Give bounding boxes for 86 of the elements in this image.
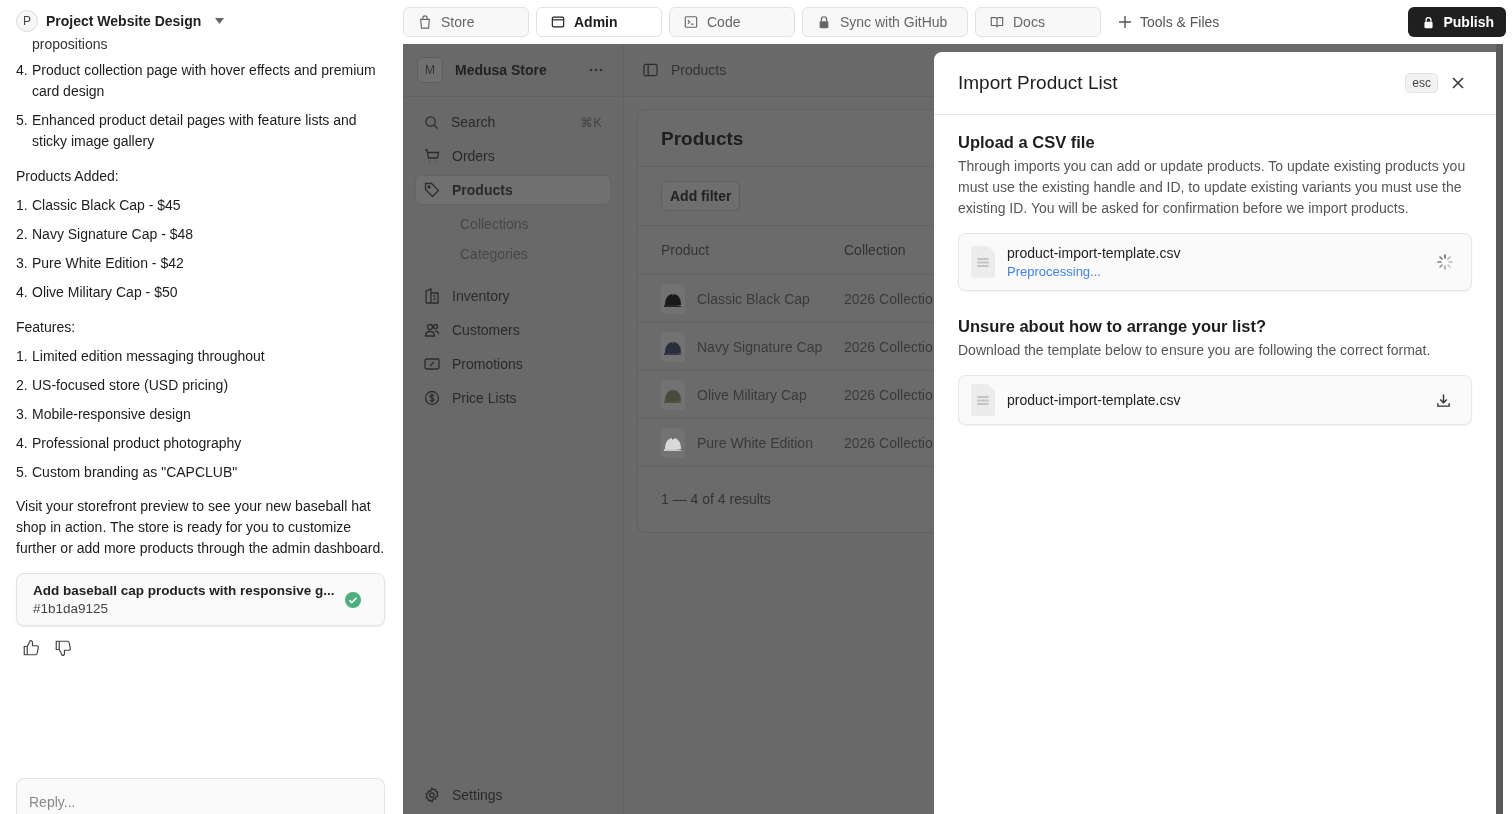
file-name: product-import-template.csv: [1007, 245, 1182, 261]
add-filter-button[interactable]: Add filter: [661, 181, 741, 211]
tab[interactable]: Docs: [975, 7, 1101, 37]
list-item-text: Product collection page with hover effects and premium card design: [32, 61, 377, 101]
list-number: 4.: [16, 61, 29, 80]
section-heading: Upload a CSV file: [958, 133, 1096, 152]
list-number: 3.: [16, 405, 29, 424]
list-number: 2.: [16, 225, 29, 244]
list-number: 3.: [16, 254, 29, 273]
section-heading: Features:: [16, 318, 77, 337]
list-item-text: Pure White Edition - $42: [32, 254, 185, 273]
list-item-text: Olive Military Cap - $50: [32, 283, 179, 302]
download-icon[interactable]: [1436, 392, 1451, 408]
section-heading: Products Added:: [16, 167, 120, 186]
breadcrumb[interactable]: Products: [671, 62, 727, 78]
thumbs-down-icon[interactable]: [54, 639, 72, 657]
file-name: product-import-template.csv: [1007, 392, 1182, 408]
commit-title: Add baseball cap products with responsive g...: [33, 583, 335, 598]
close-icon[interactable]: [1452, 77, 1464, 89]
list-number: 1.: [16, 196, 29, 215]
list-item-text: Professional product photography: [32, 434, 243, 453]
list-number: 5.: [16, 463, 29, 482]
nav-item[interactable]: Price Lists: [415, 383, 611, 413]
search-icon: [424, 114, 439, 130]
list-number: 4.: [16, 434, 29, 453]
list-number: 2.: [16, 376, 29, 395]
tag-icon: [424, 182, 440, 198]
list-number: 4.: [16, 283, 29, 302]
settings-icon: [424, 787, 440, 803]
list-number: 5.: [16, 111, 29, 130]
publish-button[interactable]: Publish: [1408, 7, 1506, 37]
commit-hash: #1b1da9125: [33, 601, 110, 616]
list-item-text: Mobile-responsive design: [32, 405, 192, 424]
commit-card[interactable]: Add baseball cap products with responsive g... #1b1da9125: [16, 573, 385, 626]
list-item-text: Classic Black Cap - $45: [32, 196, 182, 215]
tab[interactable]: Sync with GitHub: [802, 7, 968, 37]
plus-icon: [1118, 15, 1132, 29]
pagination-text: 1 — 4 of 4 results: [660, 490, 772, 509]
caret-icon[interactable]: [215, 18, 225, 24]
list-item-text: US-focused store (USD pricing): [32, 376, 230, 395]
nav-item[interactable]: Products: [415, 175, 611, 205]
users-icon: [424, 322, 440, 338]
settings-item[interactable]: Settings: [415, 780, 611, 810]
lock-icon: [1422, 15, 1436, 29]
lock-icon: [817, 15, 831, 29]
drawer-title: Import Product List: [958, 72, 1119, 94]
building-icon: [424, 288, 440, 304]
nav-item[interactable]: Inventory: [415, 281, 611, 311]
sidebar-toggle-icon[interactable]: [643, 63, 658, 77]
project-title[interactable]: Project Website Design: [46, 13, 202, 29]
column-header: Product: [661, 242, 711, 258]
terminal-icon: [684, 15, 698, 29]
project-avatar: P: [16, 10, 38, 32]
bag-icon: [418, 15, 432, 29]
file-status: Preprocessing...: [1007, 264, 1102, 279]
section-heading: Unsure about how to arrange your list?: [958, 317, 1268, 336]
nav-item[interactable]: Customers: [415, 315, 611, 345]
section-description: Download the template below to ensure you are following the correct format.: [958, 341, 1432, 360]
tools-files-button[interactable]: Tools & Files: [1108, 14, 1230, 30]
esc-hint: esc: [1405, 73, 1438, 93]
tab[interactable]: Store: [403, 7, 529, 37]
cart-icon: [424, 148, 440, 164]
thumbs-up-icon[interactable]: [22, 639, 40, 657]
section-description: Through imports you can add or update products. To update existing products you must use the existing handle and ID, to update existing variants you must use the existing ID. You will be asked for confirmation before we import products.: [958, 157, 1467, 218]
nav-item[interactable]: Orders: [415, 141, 611, 171]
list-item-text: Limited edition messaging throughout: [32, 347, 266, 366]
reply-field[interactable]: Reply...: [16, 778, 385, 814]
file-icon: [971, 246, 995, 278]
list-item-text: Enhanced product detail pages with feature lists and sticky image gallery: [32, 111, 358, 151]
book-icon: [990, 15, 1004, 29]
store-name[interactable]: Medusa Store: [455, 62, 577, 78]
discount-icon: [424, 356, 440, 372]
file-icon: [971, 384, 995, 416]
store-avatar: M: [417, 57, 443, 83]
list-item-text: Navy Signature Cap - $48: [32, 225, 195, 244]
file-card[interactable]: product-import-template.csv: [958, 375, 1472, 425]
tab[interactable]: Code: [669, 7, 795, 37]
nav-item[interactable]: Promotions: [415, 349, 611, 379]
list-item-text: propositions: [32, 36, 109, 52]
column-header: Collection: [844, 242, 906, 258]
list-number: 1.: [16, 347, 29, 366]
list-item-text: Custom branding as "CAPCLUB": [32, 463, 239, 482]
tab[interactable]: Admin: [536, 7, 662, 37]
dollar-icon: [424, 390, 440, 406]
window-icon: [551, 15, 565, 29]
message-paragraph: Visit your storefront preview to see your new baseball hat shop in action. The store is ready for you to customize further or add more products through the admin dashboard.: [16, 497, 385, 558]
